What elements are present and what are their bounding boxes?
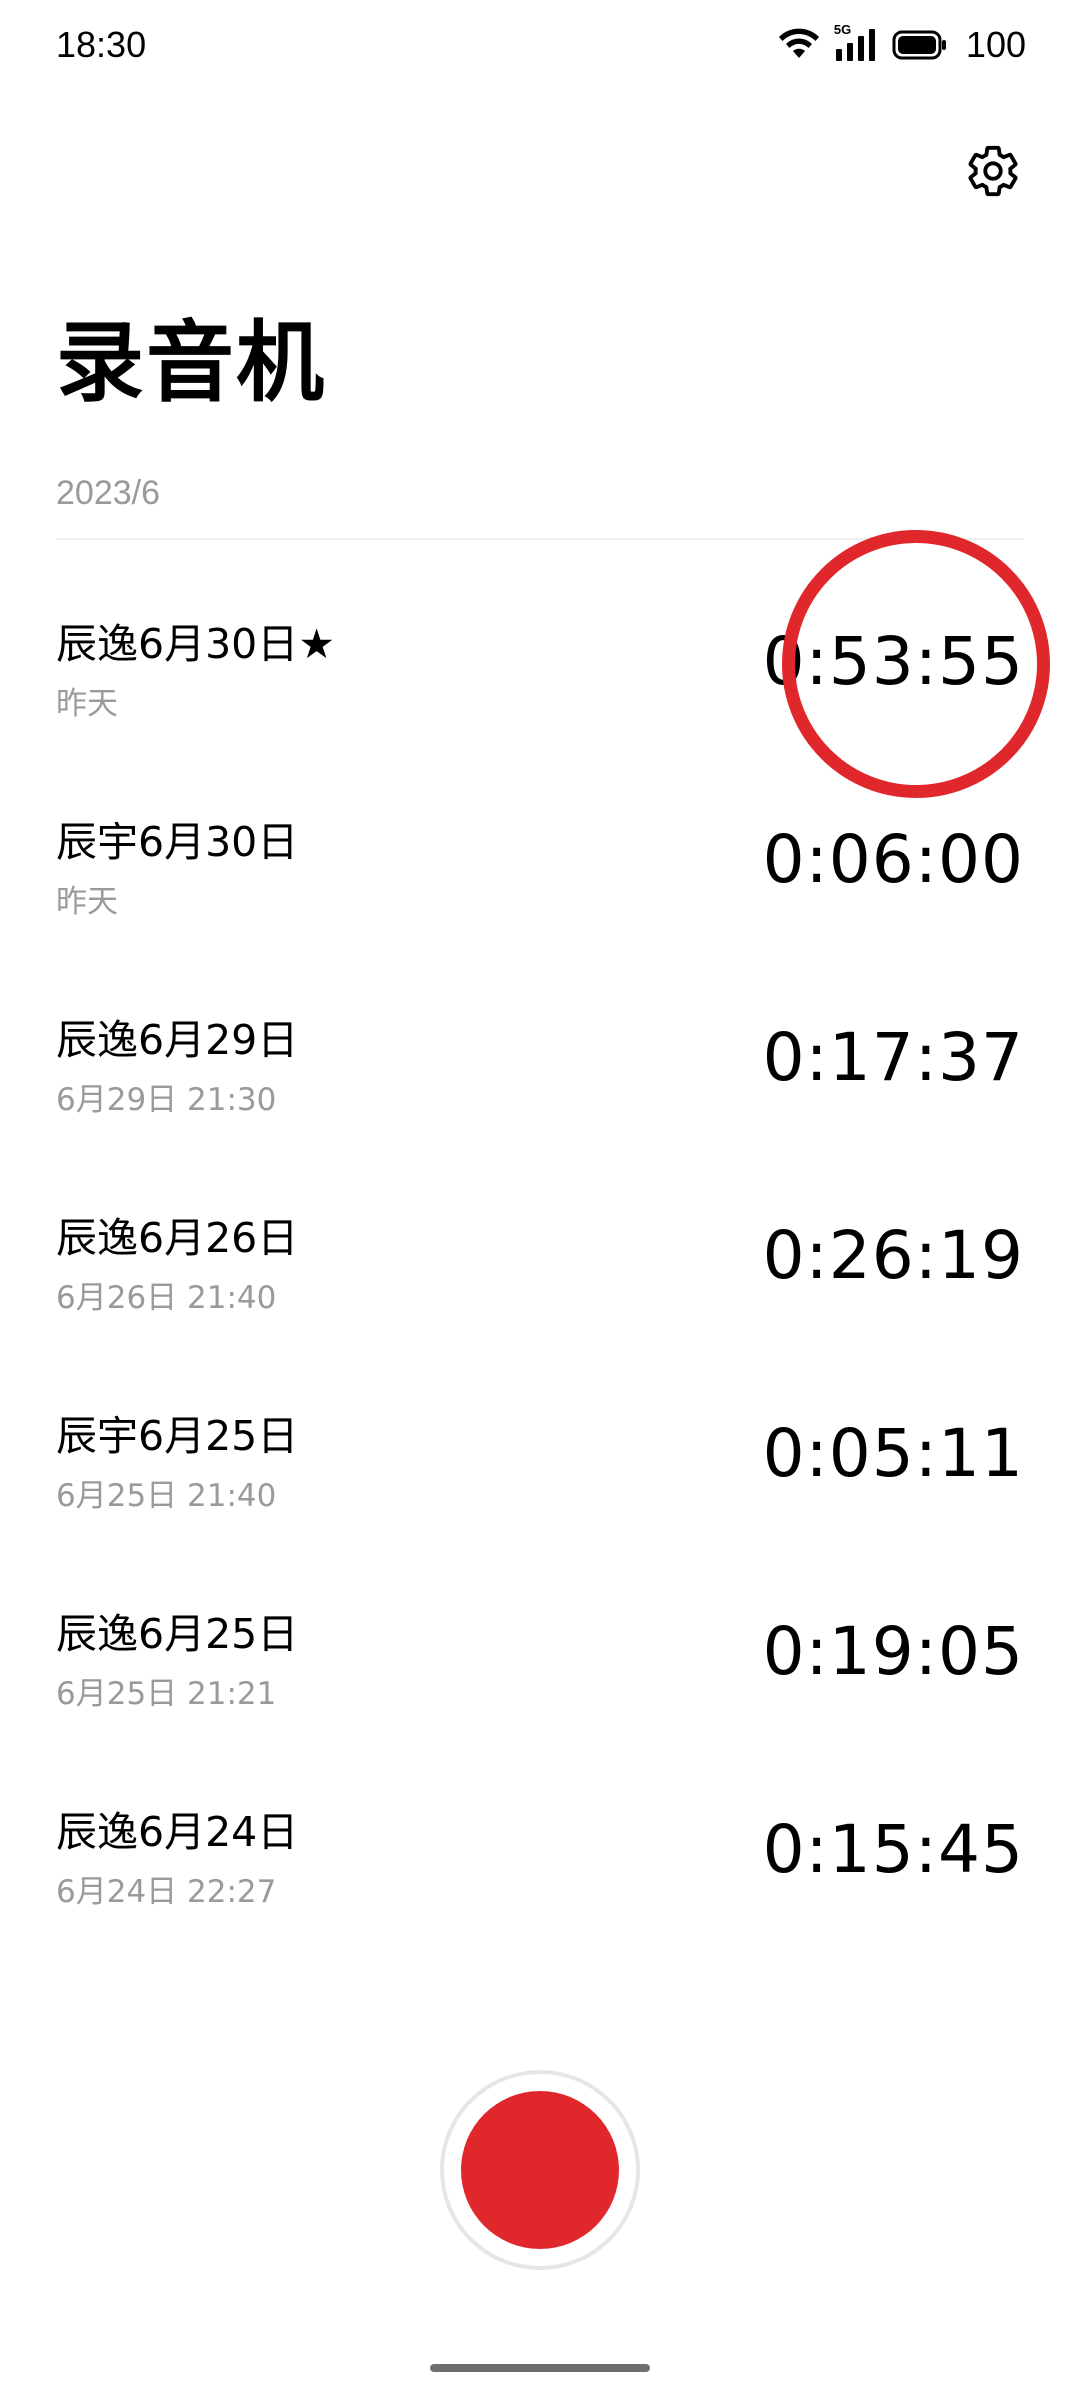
- recording-name: 辰逸6月29日: [56, 1016, 299, 1064]
- recording-duration: 0:53:55: [762, 623, 1024, 700]
- recording-name: 辰逸6月24日: [56, 1808, 299, 1856]
- recording-name: 辰宇6月25日: [56, 1412, 299, 1460]
- status-bar: 18:30 5G 100: [0, 0, 1080, 90]
- wifi-icon: [778, 28, 820, 62]
- recording-duration: 0:05:11: [762, 1415, 1024, 1492]
- recording-date: 6月25日 21:40: [56, 1478, 277, 1514]
- recording-name: 辰逸6月26日: [56, 1214, 299, 1262]
- status-icons: 5G 100: [778, 22, 1026, 68]
- recording-item[interactable]: 辰逸6月24日 6月24日 22:27 0:15:45: [0, 1748, 1080, 1946]
- page-title: 录音机: [56, 311, 327, 414]
- record-icon: [461, 2091, 619, 2249]
- recording-duration: 0:06:00: [762, 821, 1024, 898]
- recording-item[interactable]: 辰宇6月25日 6月25日 21:40 0:05:11: [0, 1352, 1080, 1550]
- recording-date: 6月29日 21:30: [56, 1082, 277, 1118]
- gear-icon: [964, 142, 1022, 204]
- recording-item[interactable]: 辰宇6月30日 昨天 0:06:00: [0, 758, 1080, 956]
- month-header: 2023/6: [56, 474, 160, 512]
- battery-icon: [892, 30, 948, 60]
- recording-name: 辰宇6月30日: [56, 818, 299, 866]
- recording-duration: 0:19:05: [762, 1613, 1024, 1690]
- record-button[interactable]: [440, 2070, 640, 2270]
- recording-duration: 0:26:19: [762, 1217, 1024, 1294]
- recording-date: 6月24日 22:27: [56, 1874, 277, 1910]
- home-indicator[interactable]: [430, 2364, 650, 2372]
- recording-date: 昨天: [56, 884, 118, 920]
- recording-list: 辰逸6月30日★ 昨天 0:53:55 辰宇6月30日 昨天 0:06:00 辰…: [0, 560, 1080, 1946]
- recording-name: 辰逸6月25日: [56, 1610, 299, 1658]
- recording-item[interactable]: 辰逸6月29日 6月29日 21:30 0:17:37: [0, 956, 1080, 1154]
- recording-name: 辰逸6月30日★: [56, 620, 336, 668]
- recording-date: 6月26日 21:40: [56, 1280, 277, 1316]
- recording-item[interactable]: 辰逸6月26日 6月26日 21:40 0:26:19: [0, 1154, 1080, 1352]
- recording-date: 昨天: [56, 686, 118, 722]
- recording-duration: 0:15:45: [762, 1811, 1024, 1888]
- battery-level: 100: [965, 24, 1026, 65]
- status-time: 18:30: [56, 24, 147, 65]
- recording-item[interactable]: 辰逸6月25日 6月25日 21:21 0:19:05: [0, 1550, 1080, 1748]
- recording-item[interactable]: 辰逸6月30日★ 昨天 0:53:55: [0, 560, 1080, 758]
- recording-duration: 0:17:37: [762, 1019, 1024, 1096]
- voice-recorder-screen: 18:30 5G 100 录音机 2023/6 辰逸6月30日★ 昨天 0:53…: [0, 0, 1080, 2400]
- recording-date: 6月25日 21:21: [56, 1676, 277, 1712]
- signal-5g-icon: 5G: [834, 23, 878, 65]
- divider: [56, 538, 1024, 540]
- settings-button[interactable]: [960, 140, 1026, 206]
